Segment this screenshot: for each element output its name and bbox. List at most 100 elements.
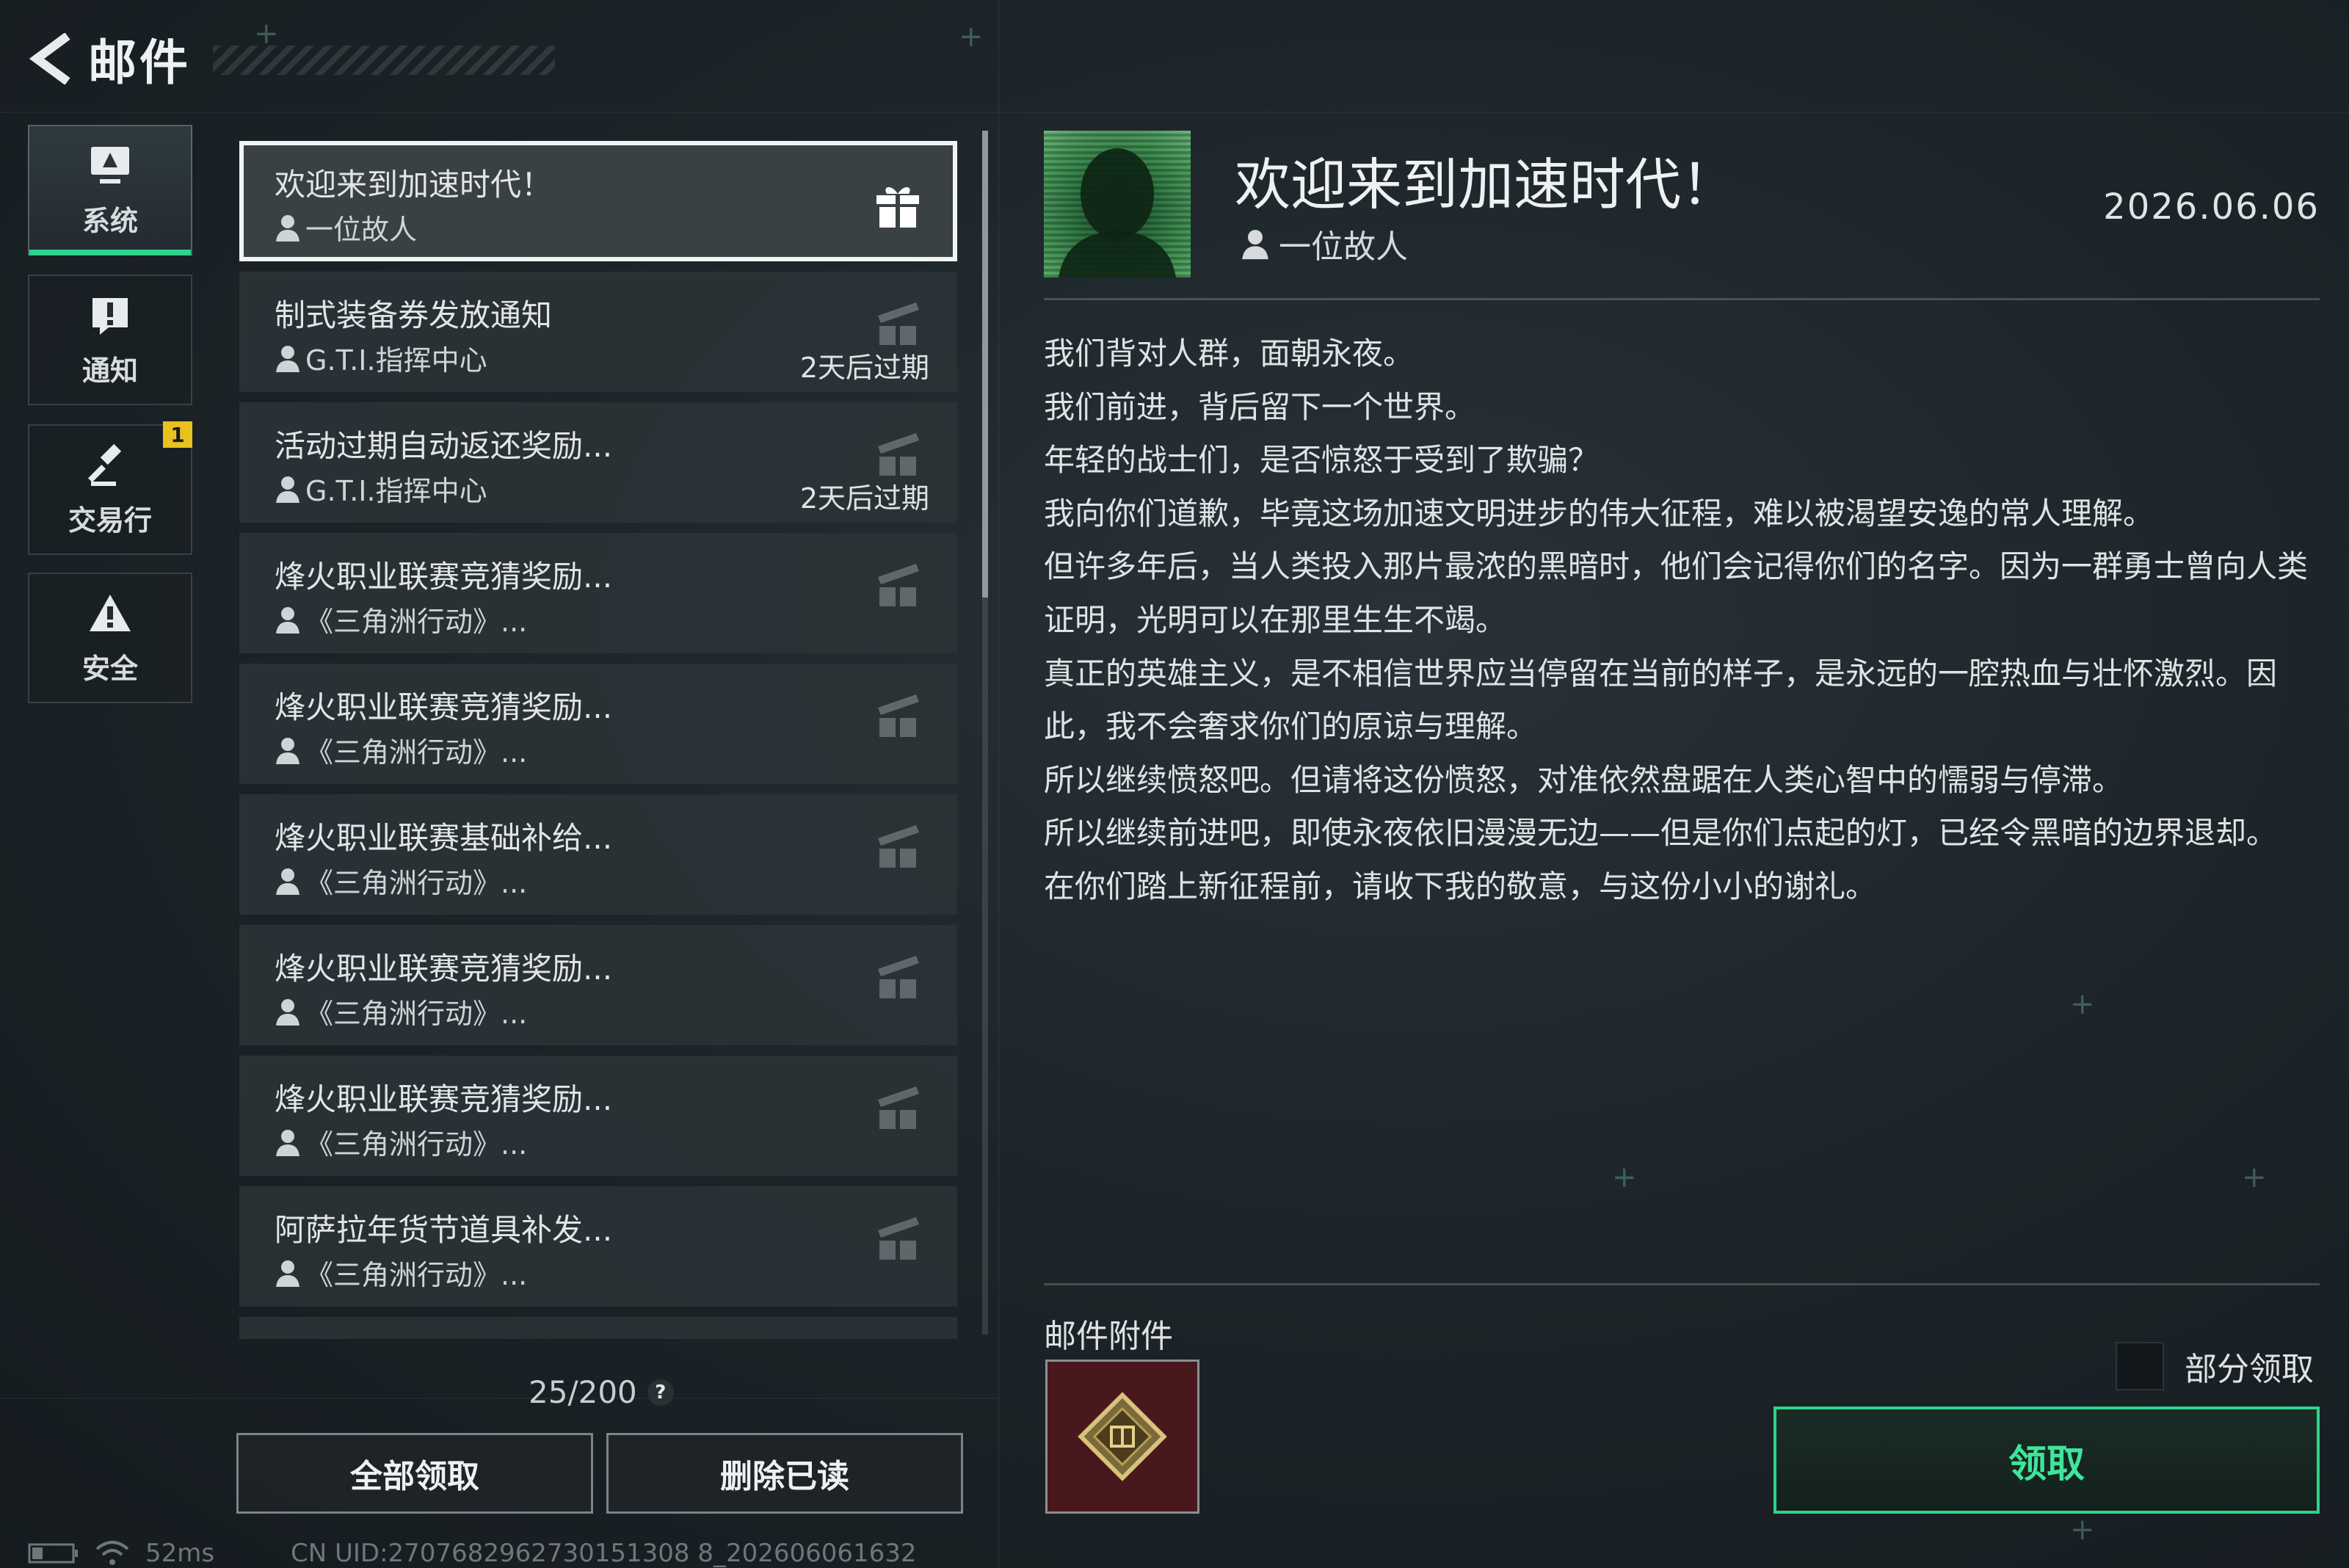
partial-claim-checkbox[interactable] bbox=[2116, 1342, 2164, 1390]
bg-crosshair: + bbox=[2070, 987, 2095, 1021]
mail-sender-name: 《三角洲行动》... bbox=[305, 1259, 528, 1291]
nav-label: 交易行 bbox=[68, 504, 152, 537]
mail-item[interactable]: 阿萨拉年货节道具补发... 《三角洲行动》... bbox=[239, 1186, 957, 1307]
mail-sender: 《三角洲行动》... bbox=[275, 991, 527, 1031]
mail-title: 烽火职业联赛竞猜奖励... bbox=[275, 689, 613, 725]
claim-button[interactable]: 领取 bbox=[1773, 1407, 2320, 1514]
body-paragraph: 年轻的战士们，是否惊怒于受到了欺骗？ bbox=[1044, 442, 1600, 479]
nav-item-notice[interactable]: 通知 bbox=[28, 275, 192, 405]
notification-badge: 1 bbox=[163, 421, 192, 448]
warning-triangle-icon bbox=[90, 594, 131, 631]
mail-sender: 《三角洲行动》... bbox=[275, 599, 527, 639]
header: 邮件 bbox=[26, 29, 191, 91]
system-monitor-icon bbox=[91, 146, 129, 184]
ping-text: 52ms bbox=[145, 1539, 215, 1568]
mail-item[interactable]: 制式装备券发放通知 G.T.I.指挥中心 2天后过期 bbox=[239, 272, 957, 392]
mail-detail-body: 我们背对人群，面朝永夜。 我们前进，背后留下一个世界。 年轻的战士们，是否惊怒于… bbox=[1044, 327, 2321, 914]
divider bbox=[1044, 1283, 2320, 1285]
mail-count-text: 25/200 bbox=[529, 1374, 637, 1410]
mail-title: 活动过期自动返还奖励... bbox=[275, 428, 613, 464]
mail-sender: 《三角洲行动》... bbox=[275, 730, 527, 770]
mail-item[interactable]: 活动过期自动返还奖励... G.T.I.指挥中心 2天后过期 bbox=[239, 402, 957, 523]
bg-line bbox=[998, 0, 1000, 1568]
person-icon bbox=[276, 214, 299, 242]
header-decoration bbox=[213, 46, 555, 75]
mail-sender: 《三角洲行动》... bbox=[275, 860, 527, 901]
delete-read-button[interactable]: 删除已读 bbox=[606, 1433, 963, 1514]
back-arrow-icon bbox=[29, 33, 70, 84]
sender-avatar bbox=[1044, 131, 1191, 277]
mail-item[interactable]: 烽火职业联赛竞猜奖励... 《三角洲行动》... bbox=[239, 664, 957, 784]
partial-claim-label: 部分领取 bbox=[2185, 1351, 2314, 1388]
help-icon[interactable]: ? bbox=[647, 1379, 674, 1406]
divider bbox=[1044, 298, 2320, 300]
person-icon bbox=[276, 1260, 299, 1287]
mail-count: 25/200 ? bbox=[529, 1374, 674, 1410]
mail-list[interactable]: 欢迎来到加速时代！ 一位故人 制式装备券发放通知 G.T.I.指挥中心 2天后过… bbox=[239, 141, 957, 1339]
bg-line bbox=[0, 1398, 998, 1399]
uid-text: CN UID:2707682962730151308 8_20260606163… bbox=[291, 1539, 917, 1568]
gift-opened-icon bbox=[878, 1217, 919, 1260]
voucher-card-icon bbox=[1078, 1392, 1167, 1481]
gift-opened-icon bbox=[878, 564, 919, 606]
bg-crosshair: + bbox=[254, 17, 279, 51]
mail-item[interactable]: 烽火职业联赛竞猜奖励... 《三角洲行动》... bbox=[239, 1056, 957, 1176]
gift-opened-icon bbox=[878, 694, 919, 737]
mail-item-partial[interactable] bbox=[239, 1317, 957, 1339]
gift-opened-icon bbox=[878, 302, 919, 345]
claim-all-button[interactable]: 全部领取 bbox=[236, 1433, 593, 1514]
mail-sender: 一位故人 bbox=[275, 207, 417, 247]
mail-detail-sender: 一位故人 bbox=[1241, 220, 1408, 267]
mail-title: 烽火职业联赛竞猜奖励... bbox=[275, 559, 613, 595]
nav-item-security[interactable]: 安全 bbox=[28, 573, 192, 703]
mail-sender: 《三角洲行动》... bbox=[275, 1122, 527, 1162]
mail-item[interactable]: 烽火职业联赛竞猜奖励... 《三角洲行动》... bbox=[239, 925, 957, 1045]
mail-title: 烽火职业联赛基础补给... bbox=[275, 820, 613, 856]
nav-item-system[interactable]: 系统 bbox=[28, 125, 192, 255]
body-paragraph: 所以继续前进吧，即使永夜依旧漫漫无边——但是你们点起的灯，已经令黑暗的边界退却。 bbox=[1044, 815, 2278, 852]
person-icon bbox=[276, 345, 299, 372]
mail-sender-name: G.T.I.指挥中心 bbox=[305, 475, 487, 507]
body-paragraph: 我们背对人群，面朝永夜。 bbox=[1044, 335, 1415, 371]
attachment-item[interactable] bbox=[1045, 1360, 1199, 1514]
mail-title: 烽火职业联赛竞猜奖励... bbox=[275, 1081, 613, 1117]
person-icon bbox=[276, 868, 299, 895]
status-bar: 52ms bbox=[28, 1539, 214, 1568]
bg-crosshair: + bbox=[959, 20, 984, 54]
scrollbar-thumb[interactable] bbox=[982, 131, 988, 598]
mail-sender-name: 一位故人 bbox=[305, 214, 418, 246]
body-paragraph: 我向你们道歉，毕竟这场加速文明进步的伟大征程，难以被渴望安逸的常人理解。 bbox=[1044, 495, 2154, 531]
mail-title: 制式装备券发放通知 bbox=[275, 297, 553, 333]
nav-label: 通知 bbox=[81, 354, 138, 387]
mail-sender-name: 《三角洲行动》... bbox=[305, 606, 528, 638]
gift-opened-icon bbox=[878, 433, 919, 476]
mail-title: 阿萨拉年货节道具补发... bbox=[275, 1212, 613, 1248]
mail-sender-name: 《三角洲行动》... bbox=[305, 1128, 528, 1161]
person-icon bbox=[276, 1129, 299, 1156]
partial-claim-toggle[interactable]: 部分领取 bbox=[2116, 1342, 2314, 1390]
mail-list-scrollbar[interactable] bbox=[982, 131, 988, 1335]
person-icon bbox=[276, 476, 299, 503]
mail-item[interactable]: 烽火职业联赛基础补给... 《三角洲行动》... bbox=[239, 794, 957, 915]
gavel-icon bbox=[87, 443, 122, 486]
bg-crosshair: + bbox=[1612, 1161, 1637, 1194]
mail-sender-name: 《三角洲行动》... bbox=[305, 998, 528, 1030]
mail-sender-name: 《三角洲行动》... bbox=[305, 736, 528, 769]
nav-label: 安全 bbox=[81, 652, 138, 685]
attachments-label: 邮件附件 bbox=[1044, 1318, 1173, 1355]
gift-icon bbox=[876, 186, 919, 228]
bg-line bbox=[0, 112, 2349, 113]
back-button[interactable] bbox=[26, 29, 78, 88]
mail-sender: G.T.I.指挥中心 bbox=[275, 338, 487, 378]
mail-item[interactable]: 烽火职业联赛竞猜奖励... 《三角洲行动》... bbox=[239, 533, 957, 653]
wifi-icon bbox=[95, 1541, 129, 1565]
nav-label: 系统 bbox=[81, 204, 138, 237]
mail-title: 烽火职业联赛竞猜奖励... bbox=[275, 951, 613, 987]
mail-item[interactable]: 欢迎来到加速时代！ 一位故人 bbox=[239, 141, 957, 261]
mail-detail-title: 欢迎来到加速时代！ bbox=[1235, 152, 1737, 217]
mail-sender-name: G.T.I.指挥中心 bbox=[305, 344, 487, 377]
person-icon bbox=[276, 606, 299, 634]
body-paragraph: 在你们踏上新征程前，请收下我的敬意，与这份小小的谢礼。 bbox=[1044, 868, 1877, 904]
gift-opened-icon bbox=[878, 825, 919, 868]
mail-expiry: 2天后过期 bbox=[799, 352, 929, 384]
